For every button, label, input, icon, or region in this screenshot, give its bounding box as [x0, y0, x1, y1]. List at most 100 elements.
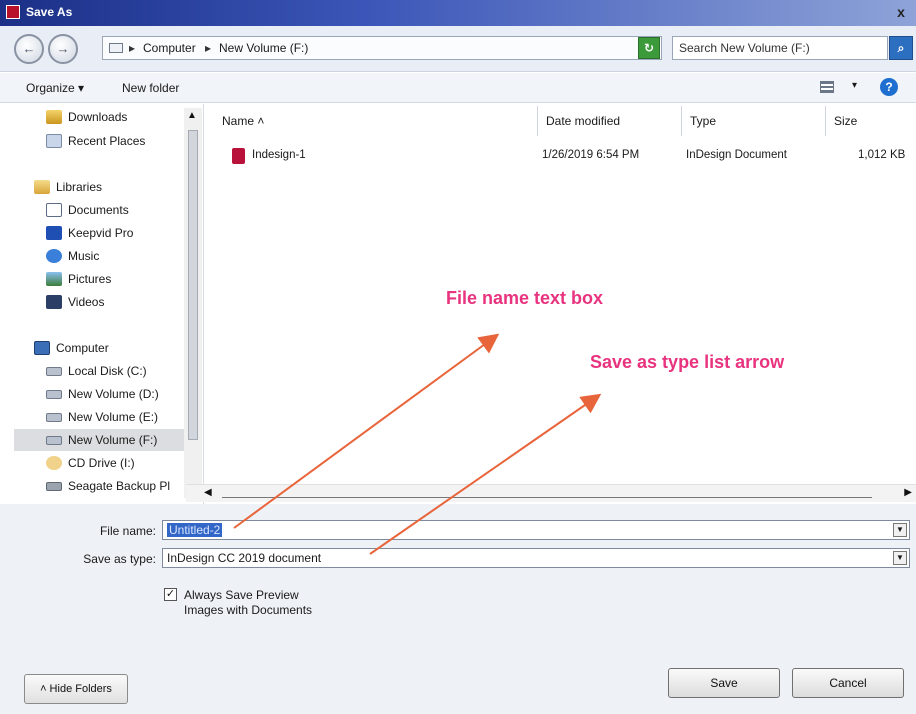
external-drive-icon — [46, 481, 62, 491]
keepvid-icon — [46, 226, 62, 240]
sidebar-item-new-volume-d[interactable]: New Volume (D:) — [46, 383, 159, 405]
file-name-dropdown-arrow-icon[interactable]: ▼ — [893, 523, 907, 537]
save-options-panel: File name: Untitled-2 ▼ Save as type: In… — [0, 504, 916, 714]
annotation-save-as-type-arrow: Save as type list arrow — [590, 352, 785, 372]
sidebar-item-new-volume-e[interactable]: New Volume (E:) — [46, 406, 158, 428]
command-toolbar: Organize ▾ New folder ▾ ? — [0, 73, 916, 103]
search-input[interactable]: Search New Volume (F:) — [672, 36, 888, 60]
sidebar-item-new-volume-f[interactable]: New Volume (F:) — [14, 429, 184, 451]
sidebar-item-label: Recent Places — [68, 134, 146, 148]
breadcrumb-new-volume-f[interactable]: New Volume (F:) — [219, 41, 308, 55]
breadcrumb-computer[interactable]: Computer — [143, 41, 196, 55]
close-button[interactable]: x — [892, 3, 910, 21]
column-header-label: Name — [222, 114, 255, 128]
file-name-field[interactable]: Untitled-2 ▼ — [162, 520, 910, 540]
sidebar-item-cd-drive[interactable]: CD Drive (I:) — [46, 452, 135, 474]
help-icon[interactable]: ? — [880, 78, 898, 96]
sidebar-item-label: CD Drive (I:) — [68, 456, 135, 470]
drive-icon — [46, 389, 62, 399]
sidebar-item-music[interactable]: Music — [46, 245, 99, 267]
file-date-cell: 1/26/2019 6:54 PM — [542, 149, 640, 161]
save-as-type-value: InDesign CC 2019 document — [167, 551, 322, 565]
save-button[interactable]: Save — [668, 668, 780, 698]
sidebar-item-label: Seagate Backup Pl — [68, 479, 171, 493]
sidebar-item-pictures[interactable]: Pictures — [46, 268, 111, 290]
file-row-indesign-1[interactable]: Indesign-1 1/26/2019 6:54 PM InDesign Do… — [208, 146, 916, 168]
file-name-value: Untitled-2 — [167, 523, 223, 537]
sidebar-item-videos[interactable]: Videos — [46, 291, 104, 313]
refresh-button[interactable]: ↻ — [638, 37, 660, 59]
save-as-type-label: Save as type: — [83, 552, 156, 566]
sidebar-item-label: New Volume (F:) — [68, 433, 158, 447]
hide-folders-button[interactable]: ˄ Hide Folders — [24, 674, 128, 704]
indesign-document-icon — [232, 148, 245, 164]
breadcrumb-separator: ▸ — [129, 41, 136, 55]
cd-drive-icon — [46, 456, 62, 470]
back-button[interactable]: ← — [14, 34, 44, 64]
recent-places-icon — [46, 134, 62, 148]
sidebar-item-label: New Volume (E:) — [68, 410, 159, 424]
scroll-up-arrow-icon[interactable]: ▲ — [187, 110, 197, 121]
drive-icon — [46, 412, 62, 422]
sidebar-item-label: Videos — [68, 295, 105, 309]
column-header-date-modified[interactable]: Date modified — [538, 106, 682, 136]
scrollbar-thumb[interactable] — [188, 130, 198, 440]
always-save-preview-label-line1: Always Save Preview — [184, 588, 299, 602]
scroll-right-arrow-icon[interactable]: ▶ — [904, 487, 912, 498]
scroll-left-arrow-icon[interactable]: ◀ — [204, 487, 212, 498]
file-type-cell: InDesign Document — [686, 149, 787, 161]
sidebar-item-label: Music — [68, 249, 100, 263]
view-dropdown-arrow[interactable]: ▾ — [852, 80, 857, 91]
new-folder-button[interactable]: New folder — [122, 81, 179, 95]
address-bar-region: ← → ▸ Computer ▸ New Volume (F:) ▾ ↻ Sea… — [0, 26, 916, 72]
sidebar-item-recent-places[interactable]: Recent Places — [46, 130, 145, 152]
computer-icon — [34, 341, 50, 355]
sidebar-item-label: Local Disk (C:) — [68, 364, 147, 378]
always-save-preview-checkbox[interactable]: ✓ — [164, 588, 177, 601]
scrollbar-thumb[interactable] — [222, 489, 872, 498]
search-icon[interactable]: ⌕ — [889, 36, 913, 60]
file-size-cell: 1,012 KB — [858, 149, 906, 161]
videos-icon — [46, 295, 62, 309]
title-bar: Save As x — [0, 0, 916, 26]
file-list-horizontal-scrollbar[interactable]: ◀ ▶ — [186, 484, 916, 502]
annotation-file-name-text-box: File name text box — [446, 288, 604, 308]
libraries-icon — [34, 180, 50, 194]
file-name-cell: Indesign-1 — [252, 149, 306, 161]
sidebar-item-local-disk-c[interactable]: Local Disk (C:) — [46, 360, 147, 382]
cancel-button[interactable]: Cancel — [792, 668, 904, 698]
sidebar-item-label: Pictures — [68, 272, 112, 286]
save-as-type-dropdown-arrow-icon[interactable]: ▼ — [893, 551, 907, 565]
sidebar-item-downloads[interactable]: Downloads — [46, 106, 127, 128]
column-header-type[interactable]: Type — [682, 106, 826, 136]
sidebar-item-label: Keepvid Pro — [68, 226, 134, 240]
forward-button[interactable]: → — [48, 34, 78, 64]
search-placeholder: Search New Volume (F:) — [679, 41, 810, 55]
drive-icon — [46, 435, 62, 445]
folder-icon — [109, 43, 123, 53]
downloads-icon — [46, 110, 62, 124]
breadcrumb-separator: ▸ — [205, 41, 212, 55]
sidebar-item-documents[interactable]: Documents — [46, 199, 129, 221]
sidebar-item-keepvid-pro[interactable]: Keepvid Pro — [46, 222, 133, 244]
indesign-app-icon — [6, 5, 20, 19]
sidebar-item-computer[interactable]: Computer — [34, 337, 109, 359]
organize-menu[interactable]: Organize ▾ — [26, 81, 84, 95]
sidebar-item-libraries[interactable]: Libraries — [34, 176, 102, 198]
music-icon — [46, 249, 62, 263]
drive-icon — [46, 366, 62, 376]
documents-icon — [46, 203, 62, 217]
column-header-name[interactable]: Name ˄ — [214, 106, 538, 136]
view-options-icon[interactable] — [820, 81, 834, 93]
sidebar-item-label: Documents — [68, 203, 129, 217]
save-as-type-select[interactable]: InDesign CC 2019 document ▼ — [162, 548, 910, 568]
sidebar-item-label: Libraries — [56, 180, 103, 194]
address-breadcrumb[interactable]: ▸ Computer ▸ New Volume (F:) ▾ — [102, 36, 662, 60]
pictures-icon — [46, 272, 62, 286]
sidebar-item-label: New Volume (D:) — [68, 387, 159, 401]
navigation-pane: Downloads Recent Places Libraries Docume… — [14, 104, 204, 504]
navigation-pane-scrollbar[interactable]: ▲ ▼ — [184, 108, 202, 498]
column-header-size[interactable]: Size — [826, 106, 916, 136]
sidebar-item-seagate-backup[interactable]: Seagate Backup Pl — [46, 475, 170, 497]
sidebar-item-label: Downloads — [68, 110, 128, 124]
